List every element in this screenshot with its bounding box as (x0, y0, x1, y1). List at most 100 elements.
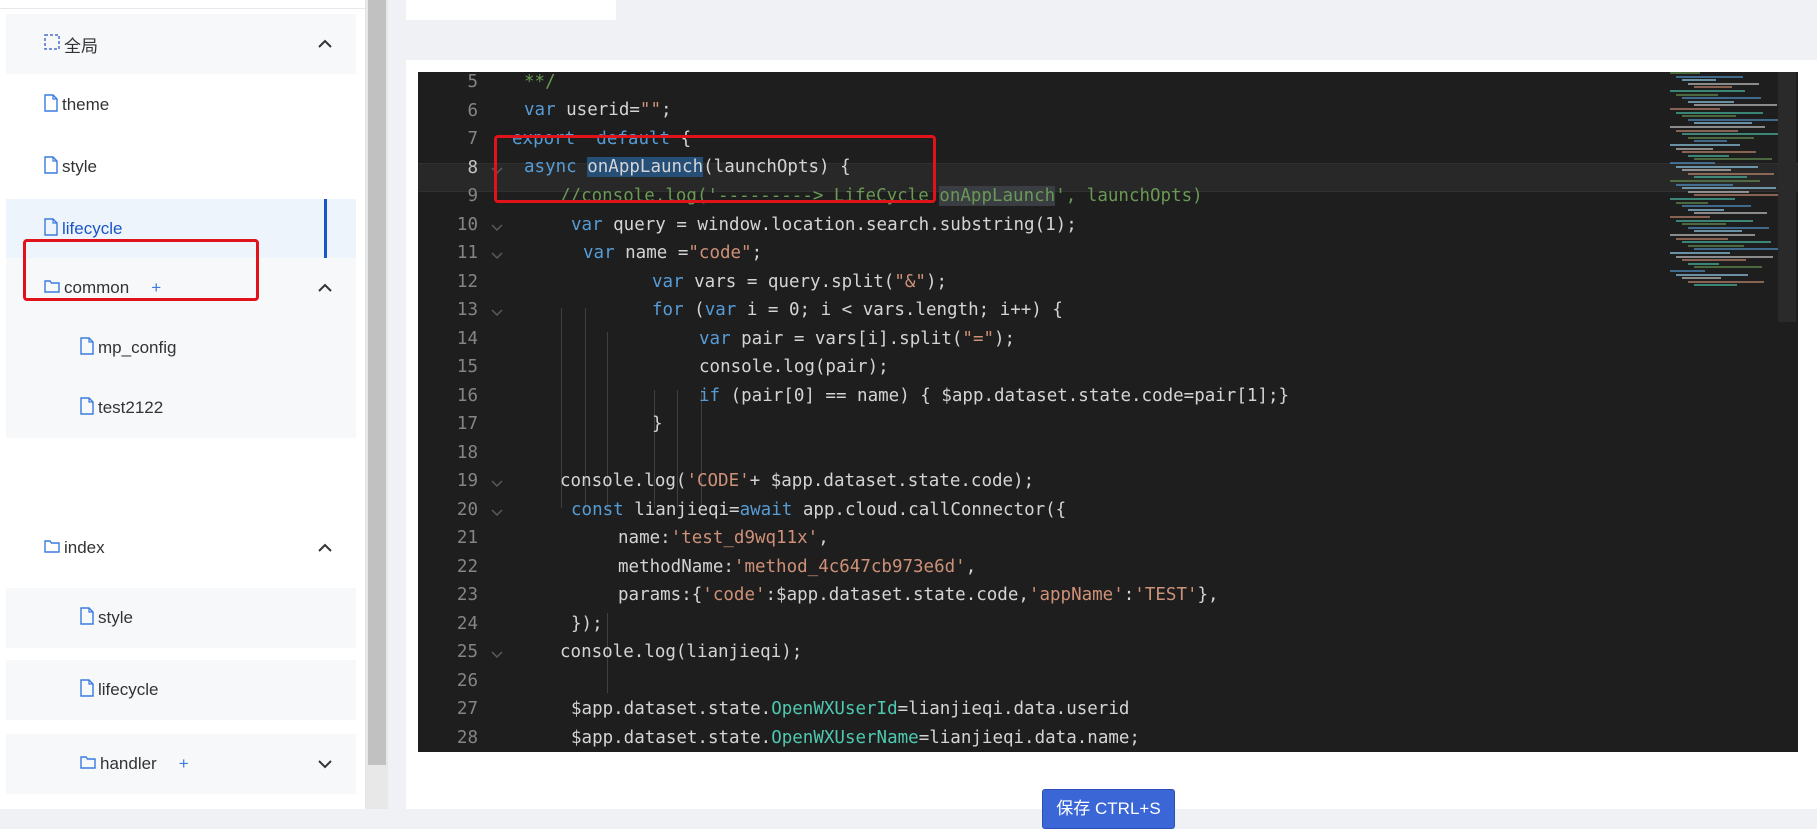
save-button[interactable]: 保存 CTRL+S (1042, 789, 1175, 829)
line-number: 17 (456, 414, 478, 434)
selection-indicator (324, 199, 327, 259)
line-number: 25 (456, 642, 478, 662)
chevron-up-icon[interactable] (316, 35, 334, 53)
annotation-highlight-box (494, 135, 936, 203)
scrollbar-thumb[interactable] (368, 0, 386, 765)
minimap-line (1682, 259, 1746, 262)
minimap-line (1688, 154, 1729, 157)
minimap-line (1694, 248, 1787, 251)
minimap-line (1688, 118, 1779, 121)
code-line-16: if (pair[0] == name) { $app.dataset.stat… (699, 386, 1290, 406)
minimap-scrollbar[interactable] (1778, 72, 1796, 322)
minimap-line (1670, 216, 1710, 218)
minimap-line (1694, 266, 1762, 269)
tree-node-label: handler (100, 754, 157, 773)
tree-node-theme[interactable]: theme (6, 75, 356, 135)
line-number: 15 (456, 357, 478, 377)
file-icon (44, 217, 58, 241)
tree-node-mp-config[interactable]: mp_config (6, 318, 356, 378)
minimap-line (1670, 234, 1755, 236)
line-number: 24 (456, 613, 478, 634)
code-line-19: console.log('CODE'+ $app.dataset.state.c… (560, 471, 1035, 491)
minimap-line (1670, 144, 1740, 146)
chevron-up-icon[interactable] (316, 539, 334, 557)
tree-node-label: lifecycle (62, 219, 123, 238)
line-number: 16 (456, 385, 478, 406)
minimap-line (1682, 133, 1781, 136)
line-number: 20 (456, 499, 478, 520)
fold-chevron-icon[interactable] (490, 221, 504, 235)
tree-node-label: test2122 (98, 398, 164, 417)
minimap-line (1688, 208, 1724, 211)
minimap-line (1676, 183, 1733, 186)
minimap-line (1682, 277, 1721, 280)
minimap-line (1670, 126, 1765, 128)
line-number: 11 (456, 243, 478, 263)
line-number: 12 (456, 271, 478, 292)
line-number: 22 (456, 556, 478, 577)
minimap-line (1676, 147, 1713, 150)
code-line-15: console.log(pair); (699, 357, 889, 377)
fold-chevron-icon[interactable] (490, 648, 504, 662)
line-number: 7 (467, 129, 478, 149)
code-line-21: name:'test_d9wq11x', (618, 528, 829, 548)
tree-node-index-lifecycle[interactable]: lifecycle (6, 660, 356, 720)
line-number: 13 (456, 300, 478, 320)
line-number: 26 (456, 670, 478, 691)
minimap-line (1688, 280, 1764, 283)
line-number: 19 (456, 471, 478, 491)
line-number: 14 (456, 328, 478, 349)
minimap-line (1688, 226, 1769, 229)
minimap-line (1676, 165, 1758, 168)
code-editor[interactable]: 5 6 7 8 9 10 11 12 13 14 15 16 17 18 19 20 21 22 23 24 25 26 2… (418, 72, 1798, 752)
tree-node-label: lifecycle (98, 680, 159, 699)
folder-icon (80, 754, 96, 774)
minimap-line (1682, 187, 1776, 190)
minimap-line (1670, 270, 1705, 272)
minimap-line (1682, 79, 1716, 82)
add-item-button[interactable]: + (179, 754, 189, 774)
minimap-line (1688, 100, 1734, 103)
code-line-13: for (var i = 0; i < vars.length; i++) { (652, 300, 1063, 320)
fold-chevron-icon[interactable] (490, 477, 504, 491)
tree-node-test2122[interactable]: test2122 (6, 378, 356, 438)
minimap-line (1676, 75, 1743, 78)
code-line-20: const lianjieqi=await app.cloud.callConn… (571, 500, 1067, 520)
chevron-down-icon[interactable] (316, 755, 334, 773)
tree-node-handler[interactable]: handler + (6, 734, 356, 794)
tree-node-label: style (98, 608, 133, 627)
line-number: 9 (467, 186, 478, 206)
fold-chevron-icon[interactable] (490, 249, 504, 263)
code-line-28: $app.dataset.state.OpenWXUserName=lianji… (571, 728, 1140, 748)
tree-node-index-style[interactable]: style (6, 588, 356, 648)
minimap-line (1694, 212, 1767, 215)
minimap-line (1682, 223, 1726, 226)
tree-node-global[interactable]: 全局 (6, 14, 356, 74)
tree-node-label: theme (62, 95, 110, 114)
code-line-24: }); (571, 614, 603, 634)
code-line-5: **/ (524, 72, 556, 92)
minimap-line (1694, 158, 1772, 161)
global-dashed-icon (44, 33, 60, 55)
minimap-line (1694, 104, 1777, 107)
minimap-line (1688, 190, 1749, 193)
minimap-line (1676, 219, 1753, 222)
chevron-up-icon[interactable] (316, 279, 334, 297)
file-tree-sidebar: 全局 theme style lifecycle common + mp_con… (0, 0, 366, 809)
annotation-highlight-box (23, 239, 259, 301)
minimap-line (1682, 97, 1761, 100)
file-icon (44, 155, 58, 179)
tree-node-style[interactable]: style (6, 137, 356, 197)
tree-node-index[interactable]: index (6, 518, 356, 578)
minimap-line (1694, 140, 1727, 143)
minimap-line (1682, 115, 1736, 118)
line-number: 28 (456, 727, 478, 748)
code-line-10: var query = window.location.search.subst… (571, 215, 1077, 235)
minimap-line (1682, 205, 1751, 208)
fold-chevron-icon[interactable] (490, 506, 504, 520)
minimap-line (1688, 82, 1759, 85)
code-minimap[interactable] (1670, 72, 1792, 302)
minimap-line (1682, 241, 1771, 244)
fold-chevron-icon[interactable] (490, 306, 504, 320)
code-line-11: var name ="code"; (583, 243, 763, 263)
